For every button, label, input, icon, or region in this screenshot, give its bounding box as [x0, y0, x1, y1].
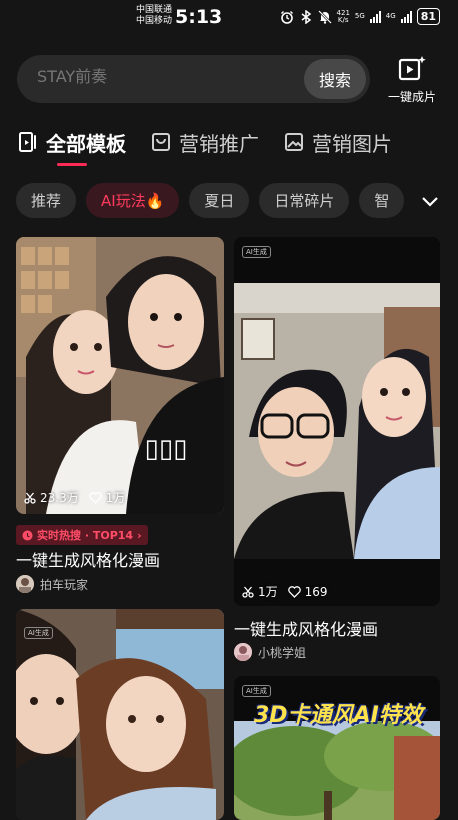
status-bar: 中国联通 中国移动 5:13 421 K/s 5G 4G 81 — [0, 0, 458, 36]
signal-2-label: 4G — [385, 12, 396, 20]
card-title[interactable]: 一键生成风格化漫画 — [16, 547, 160, 571]
use-count: 1万 — [258, 585, 278, 599]
active-tab-indicator — [57, 163, 87, 166]
signal-2-bars-icon — [400, 10, 412, 23]
template-thumbnail-image: ▯▯▯ — [16, 237, 224, 514]
clock: 5:13 — [175, 6, 223, 28]
template-thumbnail-image — [234, 237, 440, 606]
signal-1-label: 5G — [354, 12, 365, 20]
clock-icon — [22, 530, 33, 540]
author-name: 小桃学姐 — [258, 645, 307, 660]
tab-label: 营销推广 — [179, 131, 259, 156]
one-click-create-button[interactable]: 一键成片 — [384, 55, 440, 105]
scissors-icon — [242, 586, 254, 598]
chip-daily-fragments[interactable]: 日常碎片 — [259, 183, 350, 218]
ai-generated-badge: AI生成 — [242, 246, 271, 258]
avatar — [234, 643, 252, 661]
card-author[interactable]: 拍车玩家 — [16, 575, 88, 593]
hot-search-label: 实时热搜 · TOP14 — [37, 529, 134, 542]
card-author[interactable]: 小桃学姐 — [234, 643, 306, 661]
template-icon — [19, 132, 36, 152]
effect-banner-text: 3D卡通风AI特效 — [254, 703, 423, 728]
one-click-label: 一键成片 — [387, 90, 436, 104]
template-card[interactable]: AI生成 3D卡通风AI特效 — [234, 676, 440, 820]
ai-generated-badge: AI生成 — [242, 685, 271, 697]
chip-summer[interactable]: 夏日 — [189, 183, 250, 218]
scissors-icon — [24, 492, 36, 504]
heart-icon — [88, 491, 102, 504]
carrier-1: 中国联通 — [136, 5, 173, 15]
chevron-right-icon: › — [137, 528, 142, 542]
search-input[interactable] — [37, 67, 297, 86]
filter-chips: 推荐 AI玩法🔥 夏日 日常碎片 智 — [16, 183, 411, 219]
alarm-icon — [280, 10, 294, 24]
template-card[interactable]: AI生成 1万 169 — [234, 237, 440, 606]
carrier-2: 中国移动 — [136, 16, 173, 26]
like-count: 169 — [304, 584, 328, 599]
network-speed: 421 K/s — [337, 9, 350, 24]
tab-all-templates[interactable]: 全部模板 — [17, 127, 126, 166]
search-bar[interactable]: 搜索 — [17, 55, 370, 103]
carrier-info: 中国联通 中国移动 — [136, 5, 172, 27]
mute-bell-icon — [317, 9, 332, 24]
shopping-bag-icon — [152, 133, 170, 151]
ai-generated-badge: AI生成 — [24, 627, 53, 639]
tab-label: 全部模板 — [46, 131, 126, 156]
template-thumbnail-image — [16, 609, 224, 820]
network-speed-unit: K/s — [337, 15, 349, 24]
tab-marketing-promotion[interactable]: 营销推广 — [150, 127, 259, 157]
card-stats: 1万 169 — [242, 583, 328, 600]
author-name: 拍车玩家 — [40, 577, 89, 592]
tab-marketing-images[interactable]: 营销图片 — [283, 127, 392, 157]
bluetooth-icon — [299, 9, 313, 24]
card-title[interactable]: 一键生成风格化漫画 — [234, 616, 378, 640]
status-icons: 421 K/s 5G 4G 81 — [280, 8, 440, 25]
card-stats: 23.3万 1万 — [24, 489, 125, 506]
avatar — [16, 575, 34, 593]
chevron-down-icon — [422, 197, 438, 207]
image-icon — [285, 133, 303, 151]
like-count: 1万 — [105, 491, 126, 505]
chip-smart[interactable]: 智 — [359, 183, 405, 218]
category-tabs: 全部模板 营销推广 营销图片 — [17, 127, 392, 167]
hot-search-badge[interactable]: 实时热搜 · TOP14 › — [16, 525, 148, 545]
video-sparkle-icon — [398, 56, 426, 81]
template-card[interactable]: ▯▯▯ 23.3万 1万 — [16, 237, 224, 514]
use-count: 23.3万 — [40, 491, 79, 505]
battery-indicator: 81 — [416, 8, 440, 25]
chip-ai-play[interactable]: AI玩法🔥 — [86, 183, 180, 218]
signal-1-bars-icon — [369, 10, 381, 23]
svg-text:▯▯▯: ▯▯▯ — [145, 434, 188, 464]
expand-chips-button[interactable] — [412, 185, 448, 217]
search-button[interactable]: 搜索 — [304, 59, 366, 99]
template-card[interactable]: AI生成 — [16, 609, 224, 820]
heart-icon — [287, 585, 301, 598]
tab-label: 营销图片 — [312, 131, 392, 156]
chip-recommended[interactable]: 推荐 — [16, 183, 77, 218]
